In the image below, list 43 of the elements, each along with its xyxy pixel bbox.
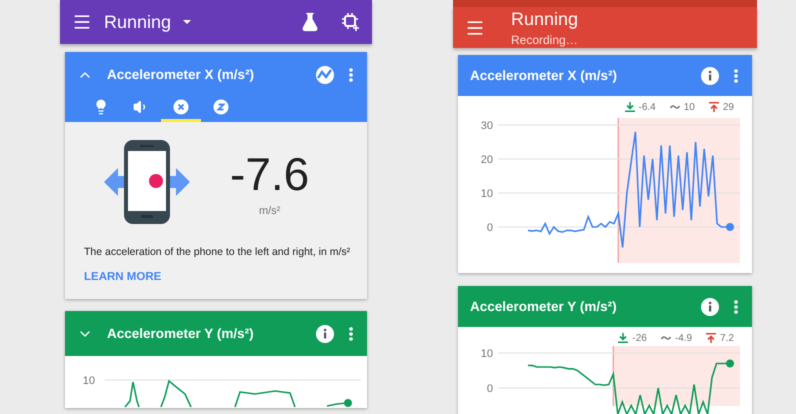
y-tick-label: 20 (480, 154, 493, 166)
flask-button[interactable] (300, 12, 320, 32)
stat-value: -4.9 (660, 332, 692, 344)
maximum-icon (706, 333, 716, 343)
app-title: Running (511, 8, 578, 30)
graph-toggle-icon[interactable] (315, 64, 335, 84)
info-icon[interactable] (700, 296, 720, 316)
more-icon[interactable] (349, 326, 353, 340)
recording-status: Recording… (511, 32, 578, 46)
stat-value: 10 (670, 101, 695, 113)
y-tick-label: 0 (486, 222, 493, 234)
more-icon[interactable] (734, 300, 738, 314)
axis-circle-icon (213, 98, 229, 114)
minimum-icon (624, 102, 635, 112)
card-title: Accelerometer X (m/s²) (107, 67, 256, 82)
y-tick-label: 0 (486, 383, 493, 395)
stat-value: -6.4 (624, 101, 656, 113)
y-tick-label: 10 (82, 375, 95, 387)
learn-more-link[interactable]: LEARN MORE (84, 271, 162, 283)
unit-label: m/s² (258, 205, 280, 217)
stat-value: 29 (708, 101, 734, 113)
y-tick-label: 10 (480, 188, 493, 200)
stat-value: 7.2 (706, 332, 734, 344)
card-title: Accelerometer Y (m/s²) (470, 299, 618, 314)
more-icon[interactable] (349, 68, 353, 82)
app-title: Running (104, 12, 172, 32)
tilde-icon (670, 104, 680, 110)
add-sensor-button[interactable] (342, 13, 360, 31)
tilde-icon (660, 335, 671, 341)
info-icon[interactable] (315, 324, 335, 344)
more-icon[interactable] (734, 68, 738, 82)
sensor-description: The acceleration of the phone to the left and right, in m/s² (84, 246, 351, 258)
minimum-icon (618, 333, 628, 343)
y-tick-label: 30 (480, 120, 493, 132)
stat-value: -26 (618, 332, 647, 344)
axis-circle-icon (173, 98, 189, 114)
y-tick-label: 10 (480, 348, 493, 360)
card-title: Accelerometer X (m/s²) (470, 68, 618, 83)
card-title: Accelerometer Y (m/s²) (107, 326, 255, 341)
sensor-value: -7.6 (230, 147, 310, 201)
info-icon[interactable] (700, 66, 720, 86)
maximum-icon (708, 102, 719, 112)
dropdown-button[interactable] (183, 20, 192, 24)
